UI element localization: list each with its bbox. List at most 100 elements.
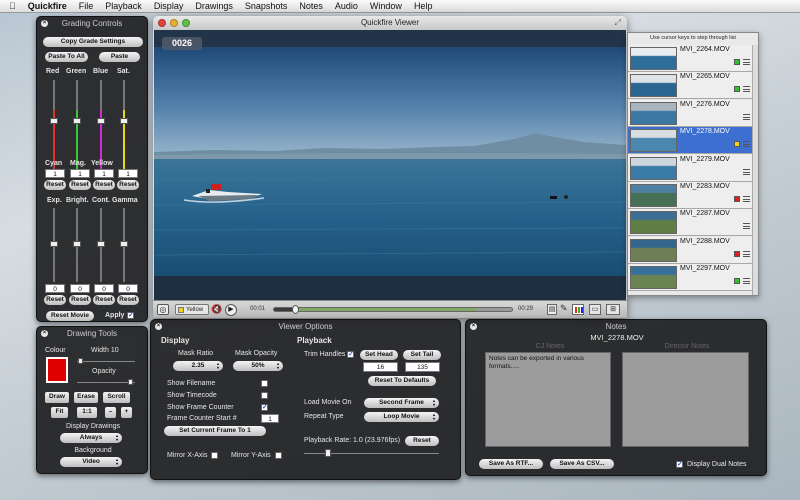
save-csv-button[interactable]: Save As CSV... [550, 459, 614, 469]
show-frame-counter-checkbox[interactable]: ✓ [261, 404, 268, 411]
clip-flag-icon[interactable] [734, 86, 740, 93]
apple-menu-icon[interactable]:  [0, 0, 22, 13]
minimize-window-icon[interactable] [170, 19, 178, 27]
menu-app-name[interactable]: Quickfire [22, 0, 73, 13]
reset-blue-button[interactable]: Reset [93, 180, 115, 190]
drag-handle-icon[interactable] [743, 196, 750, 202]
mask-ratio-select[interactable]: 2.35 [173, 361, 223, 371]
colour-swatch[interactable] [46, 357, 68, 383]
slider-knob[interactable] [120, 241, 128, 247]
exp-slider[interactable] [50, 208, 58, 282]
one-to-one-button[interactable]: 1:1 [77, 407, 97, 418]
green-value[interactable]: 1 [70, 169, 90, 178]
slider-knob[interactable] [120, 118, 128, 124]
cj-notes-textarea[interactable]: Notes can be exported in various formats… [485, 352, 611, 447]
cont-slider[interactable] [97, 208, 105, 282]
gamma-slider[interactable] [120, 208, 128, 282]
menu-audio[interactable]: Audio [329, 0, 364, 13]
load-movie-select[interactable]: Second Frame [364, 398, 439, 408]
mask-opacity-select[interactable]: 50% [233, 361, 283, 371]
clip-row[interactable]: MVI_2279.MOV [628, 154, 752, 182]
fit-button[interactable]: Fit [51, 407, 68, 418]
reset-defaults-button[interactable]: Reset To Defaults [368, 376, 436, 386]
red-value[interactable]: 1 [45, 169, 65, 178]
clip-row[interactable]: MVI_2287.MOV [628, 209, 752, 237]
slider-knob[interactable] [78, 358, 83, 364]
clip-row[interactable]: MVI_2265.MOV [628, 72, 752, 100]
menu-notes[interactable]: Notes [293, 0, 329, 13]
menu-help[interactable]: Help [408, 0, 439, 13]
drag-handle-icon[interactable] [743, 141, 750, 148]
clip-row[interactable]: MVI_2264.MOV [628, 45, 752, 72]
reset-gamma-button[interactable]: Reset [117, 295, 139, 305]
play-icon[interactable]: ▶ [225, 304, 237, 316]
snapshot-icon[interactable]: ◎ [157, 304, 169, 315]
drag-handle-icon[interactable] [743, 223, 750, 230]
exp-value[interactable]: 0 [45, 284, 65, 293]
pen-icon[interactable]: ✎ [560, 303, 568, 314]
display-drawings-select[interactable]: Always [60, 433, 122, 443]
drag-handle-icon[interactable] [743, 250, 750, 257]
cont-value[interactable]: 0 [94, 284, 114, 293]
reset-sat-button[interactable]: Reset [117, 180, 139, 190]
reset-red-button[interactable]: Reset [44, 180, 66, 190]
sat-slider[interactable] [120, 80, 128, 169]
clip-row[interactable]: MVI_2283.MOV [628, 182, 752, 209]
blue-slider[interactable] [97, 80, 105, 169]
red-slider[interactable] [50, 80, 58, 169]
bright-value[interactable]: 0 [70, 284, 90, 293]
fullscreen-icon[interactable]: ⤢ [615, 16, 621, 30]
green-slider[interactable] [73, 80, 81, 169]
frame-counter-start-input[interactable]: 1 [261, 414, 279, 423]
erase-button[interactable]: Erase [74, 392, 98, 403]
clipboard-icon[interactable]: ▤ [547, 304, 557, 315]
clip-list-scrollbar[interactable] [752, 45, 758, 295]
clip-row[interactable]: MVI_2278.MOV [628, 127, 752, 155]
show-timecode-checkbox[interactable] [261, 392, 268, 399]
set-tail-button[interactable]: Set Tail [403, 350, 441, 360]
bright-slider[interactable] [73, 208, 81, 282]
close-window-icon[interactable] [158, 19, 166, 27]
background-select[interactable]: Video [60, 457, 122, 467]
sat-value[interactable]: 1 [118, 169, 138, 178]
menu-window[interactable]: Window [364, 0, 408, 13]
flag-selector[interactable]: Yellow [175, 304, 209, 315]
menu-file[interactable]: File [73, 0, 100, 13]
menu-drawings[interactable]: Drawings [189, 0, 239, 13]
reset-exp-button[interactable]: Reset [44, 295, 66, 305]
options-icon[interactable]: ⊞ [606, 304, 620, 315]
clip-row[interactable]: MVI_2288.MOV [628, 236, 752, 264]
reset-movie-button[interactable]: Reset Movie [46, 311, 94, 321]
menu-playback[interactable]: Playback [99, 0, 148, 13]
blue-value[interactable]: 1 [94, 169, 114, 178]
grading-icon[interactable] [572, 304, 584, 315]
show-filename-checkbox[interactable] [261, 380, 268, 387]
slider-knob[interactable] [97, 118, 105, 124]
clip-row[interactable]: MVI_2276.MOV [628, 99, 752, 127]
slider-knob[interactable] [128, 379, 133, 385]
slider-knob[interactable] [73, 118, 81, 124]
set-head-button[interactable]: Set Head [360, 350, 398, 360]
scroll-button[interactable]: Scroll [103, 392, 130, 403]
dual-notes-checkbox[interactable]: ✓ [676, 461, 683, 468]
scrubber-bar[interactable] [273, 307, 513, 312]
slider-knob[interactable] [50, 118, 58, 124]
zoom-in-button[interactable]: + [121, 407, 132, 418]
director-notes-textarea[interactable] [622, 352, 749, 447]
copy-grade-button[interactable]: Copy Grade Settings [43, 37, 143, 47]
trim-handles-checkbox[interactable]: ✓ [347, 351, 354, 358]
paste-button[interactable]: Paste [99, 52, 140, 62]
slider-knob[interactable] [325, 449, 331, 457]
opacity-slider[interactable] [77, 379, 135, 385]
mirror-x-checkbox[interactable] [211, 452, 218, 459]
scrubber-knob[interactable] [291, 305, 299, 314]
slider-knob[interactable] [50, 241, 58, 247]
zoom-out-button[interactable]: – [105, 407, 116, 418]
clip-flag-icon[interactable] [734, 196, 740, 202]
video-frame[interactable]: 0026 [154, 30, 626, 300]
save-rtf-button[interactable]: Save As RTF... [479, 459, 543, 469]
clip-row[interactable]: MVI_2297.MOV [628, 264, 752, 292]
reset-cont-button[interactable]: Reset [93, 295, 115, 305]
clip-flag-icon[interactable] [734, 250, 740, 257]
reset-bright-button[interactable]: Reset [69, 295, 91, 305]
